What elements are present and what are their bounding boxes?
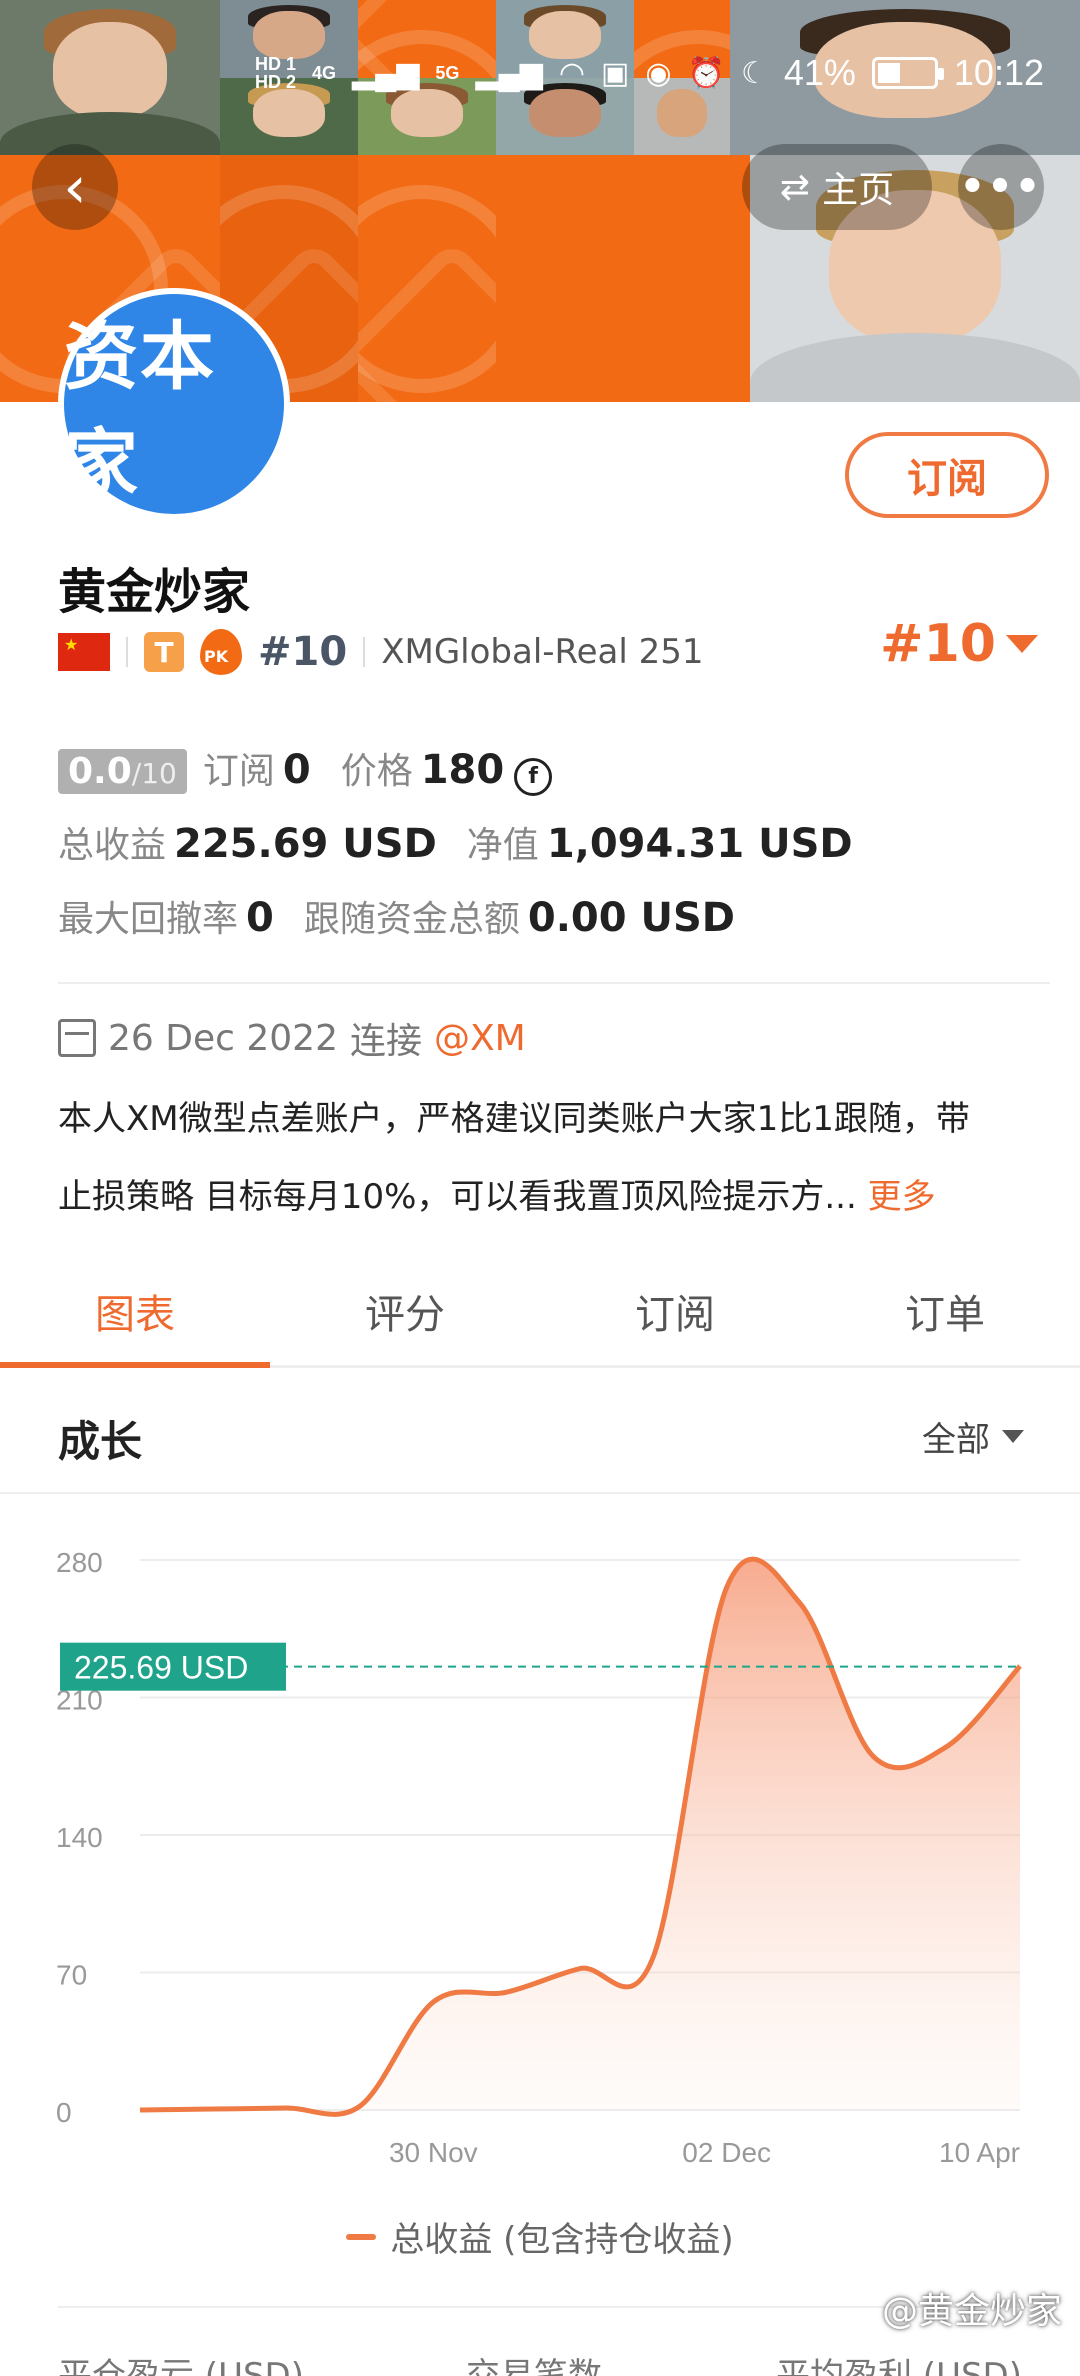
pk-flame-icon[interactable]: PK (200, 629, 242, 675)
china-flag-icon (58, 633, 110, 671)
rank-value: #10 (880, 614, 996, 674)
signal-icon: ▂▄▆ (475, 56, 543, 90)
alarm-icon: ⏰ (687, 56, 725, 90)
calendar-icon (58, 1019, 96, 1057)
sim-indicator: HD 1 HD 2 (254, 54, 296, 92)
stats-row-2: 总收益 225.69 USD 净值 1,094.31 USD (58, 816, 883, 868)
net-value-value: 1,094.31 USD (546, 821, 853, 867)
score-badge: 0.0/10 (58, 749, 187, 794)
tab-bar: 图表 评分 订阅 订单 (0, 1256, 1080, 1368)
connect-date: 26 Dec 2022 (108, 1017, 338, 1059)
wifi-icon: ◠ (558, 56, 586, 90)
coin-icon: f (514, 757, 553, 796)
rank-dropdown[interactable]: #10 (880, 614, 1038, 674)
battery-icon (871, 57, 944, 89)
price-value: 180 (420, 747, 505, 793)
caret-down-icon (1005, 635, 1038, 653)
y-tick-label: 140 (56, 1822, 103, 1853)
app-icon: ▣ (601, 56, 630, 90)
clock: 10:12 (953, 52, 1044, 93)
y-tick-label: 280 (56, 1547, 103, 1578)
status-bar: HD 1 HD 2 4G ▂▄▆ 5G ▂▄▆ ◠ ▣ ◉ ⏰ ☾ 41% 10:… (0, 0, 1080, 150)
tab-rating[interactable]: 评分 (270, 1256, 540, 1365)
total-profit-value: 225.69 USD (174, 821, 437, 867)
subscribe-count-value: 0 (282, 747, 311, 793)
trader-name: 黄金炒家 (58, 564, 251, 620)
stats-row-1: 0.0/10 订阅 0 价格 180 f (58, 742, 553, 796)
connect-info: 26 Dec 2022 连接 @XM (58, 1012, 526, 1064)
pk-rank: #10 (258, 629, 348, 675)
legend-swatch (346, 2233, 377, 2240)
x-tick-label: 10 Apr (939, 2137, 1020, 2168)
chart-legend: 总收益 (包含持仓收益) (0, 2212, 1080, 2261)
pattern-tile (358, 155, 496, 402)
battery-percent: 41% (783, 52, 856, 93)
network-5g: 5G (435, 63, 460, 83)
series-area (140, 1559, 1020, 2115)
x-tick-label: 02 Dec (682, 2137, 771, 2168)
avg-profit-label: 平均盈利 (USD) (776, 2356, 1022, 2376)
growth-chart[interactable]: 280210140700225.69 USD30 Nov 02 Dec 10 Apr (0, 1500, 1080, 2200)
broker-account: XMGlobal-Real 251 (381, 632, 704, 672)
stats-row-3: 最大回撤率 0 跟随资金总额 0.00 USD (58, 890, 765, 942)
tab-subscribe[interactable]: 订阅 (540, 1256, 810, 1365)
legend-label: 总收益 (包含持仓收益) (390, 2220, 734, 2260)
growth-header: 成长 全部 (0, 1372, 1080, 1494)
eye-icon: ◉ (645, 56, 672, 90)
home-button[interactable]: ⇄ 主页 (742, 144, 932, 230)
growth-title: 成长 (58, 1417, 143, 1466)
subscribe-button[interactable]: 订阅 (845, 432, 1049, 518)
price-label: 价格 (340, 751, 413, 792)
y-tick-label: 70 (56, 1960, 87, 1991)
back-button[interactable]: ‹ (32, 144, 118, 230)
avatar[interactable]: 资本家 (58, 288, 290, 520)
range-filter[interactable]: 全部 (922, 1412, 1024, 1461)
y-tick-label: 0 (56, 2097, 72, 2128)
avatar-text: 资本家 (64, 314, 216, 507)
broker-tag[interactable]: @XM (434, 1018, 526, 1059)
net-value-label: 净值 (466, 825, 539, 866)
trader-description: 本人XM微型点差账户，严格建议同类账户大家1比1跟随，带 止损策略 目标每月10… (58, 1099, 970, 1217)
more-button[interactable]: ••• (958, 144, 1044, 230)
tab-orders[interactable]: 订单 (810, 1256, 1080, 1365)
current-value-label: 225.69 USD (74, 1650, 248, 1686)
signal-icon: ▂▄▆ (352, 56, 420, 90)
follow-total-label: 跟随资金总额 (303, 899, 520, 940)
max-drawdown-value: 0 (246, 895, 274, 941)
connect-label: 连接 (349, 1021, 422, 1062)
tier-badge: T (144, 632, 184, 672)
watermark: @黄金炒家 (881, 2291, 1062, 2332)
closed-pnl-label: 平仓盈亏 (USD) (58, 2356, 304, 2376)
moon-icon: ☾ (740, 56, 768, 90)
total-profit-label: 总收益 (58, 825, 167, 866)
swap-icon: ⇄ (779, 166, 811, 208)
trader-meta: T PK #10 XMGlobal-Real 251 (58, 624, 704, 680)
chevron-left-icon: ‹ (63, 153, 87, 221)
more-icon: ••• (959, 164, 1043, 210)
more-link[interactable]: 更多 (868, 1177, 936, 1217)
trade-count-label: 交易笔数 (466, 2356, 602, 2376)
divider (363, 637, 366, 667)
caret-down-icon (1002, 1430, 1024, 1443)
x-tick-label: 30 Nov (389, 2137, 478, 2168)
divider (58, 982, 1050, 984)
tab-chart[interactable]: 图表 (0, 1256, 270, 1368)
home-label: 主页 (822, 170, 895, 211)
follow-total-value: 0.00 USD (527, 895, 735, 941)
divider (126, 637, 128, 667)
network-4g: 4G (312, 63, 337, 83)
max-drawdown-label: 最大回撤率 (58, 899, 239, 940)
bottom-stats: 平仓盈亏 (USD) 交易笔数 平均盈利 (USD) (0, 2340, 1080, 2376)
subscribe-count-label: 订阅 (202, 751, 275, 792)
